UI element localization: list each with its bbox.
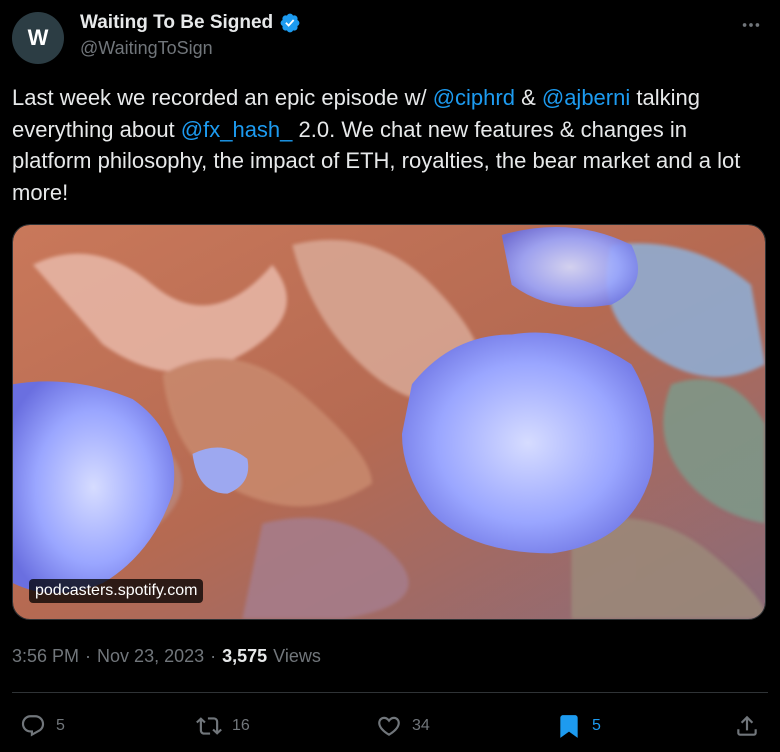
repost-count: 16 <box>232 717 250 734</box>
author-name-row: Waiting To Be Signed <box>80 12 301 34</box>
repost-button[interactable]: 16 <box>196 706 250 746</box>
avatar-letter: W <box>27 25 49 50</box>
tweet-text: Last week we recorded an epic episode w/… <box>12 82 768 208</box>
mention-link-fx-hash[interactable]: @fx_hash_ <box>181 117 293 142</box>
separator-dot: · <box>85 646 92 666</box>
like-count: 34 <box>412 717 430 734</box>
share-button[interactable] <box>734 706 760 746</box>
reply-count: 5 <box>56 717 65 734</box>
bookmark-icon <box>560 715 578 738</box>
mention-link-ajberni[interactable]: @ajberni <box>542 85 630 110</box>
repost-icon <box>196 717 222 735</box>
divider <box>12 692 768 693</box>
tweet-meta: 3:56 PM · Nov 23, 2023 · 3,575 Views <box>12 646 321 667</box>
separator-dot: · <box>210 646 217 666</box>
views-count: 3,575 <box>222 646 268 666</box>
reply-button[interactable]: 5 <box>20 706 65 746</box>
action-bar: 5 16 34 5 <box>0 706 780 746</box>
link-card-media[interactable]: podcasters.spotify.com <box>12 224 766 620</box>
tweet-date[interactable]: Nov 23, 2023 <box>97 646 204 667</box>
heart-icon <box>378 716 400 736</box>
avatar[interactable]: W <box>12 12 64 64</box>
share-icon <box>737 715 757 736</box>
tweet-time[interactable]: 3:56 PM <box>12 646 79 667</box>
link-domain-label: podcasters.spotify.com <box>29 579 204 603</box>
more-options-button[interactable] <box>738 12 764 38</box>
bookmark-count: 5 <box>592 717 601 734</box>
abstract-artwork-image <box>13 225 765 619</box>
author-handle[interactable]: @WaitingToSign <box>80 38 213 59</box>
bookmark-button[interactable]: 5 <box>556 706 601 746</box>
verified-badge-icon <box>280 13 300 33</box>
views-label: Views <box>273 646 321 666</box>
author-display-name[interactable]: Waiting To Be Signed <box>80 12 273 34</box>
like-button[interactable]: 34 <box>376 706 430 746</box>
mention-link-ciphrd[interactable]: @ciphrd <box>433 85 515 110</box>
tweet-text-part: & <box>514 85 542 110</box>
tweet-text-part: Last week we recorded an epic episode w/ <box>12 85 433 110</box>
reply-icon <box>21 715 45 737</box>
more-dots-icon <box>742 23 760 27</box>
